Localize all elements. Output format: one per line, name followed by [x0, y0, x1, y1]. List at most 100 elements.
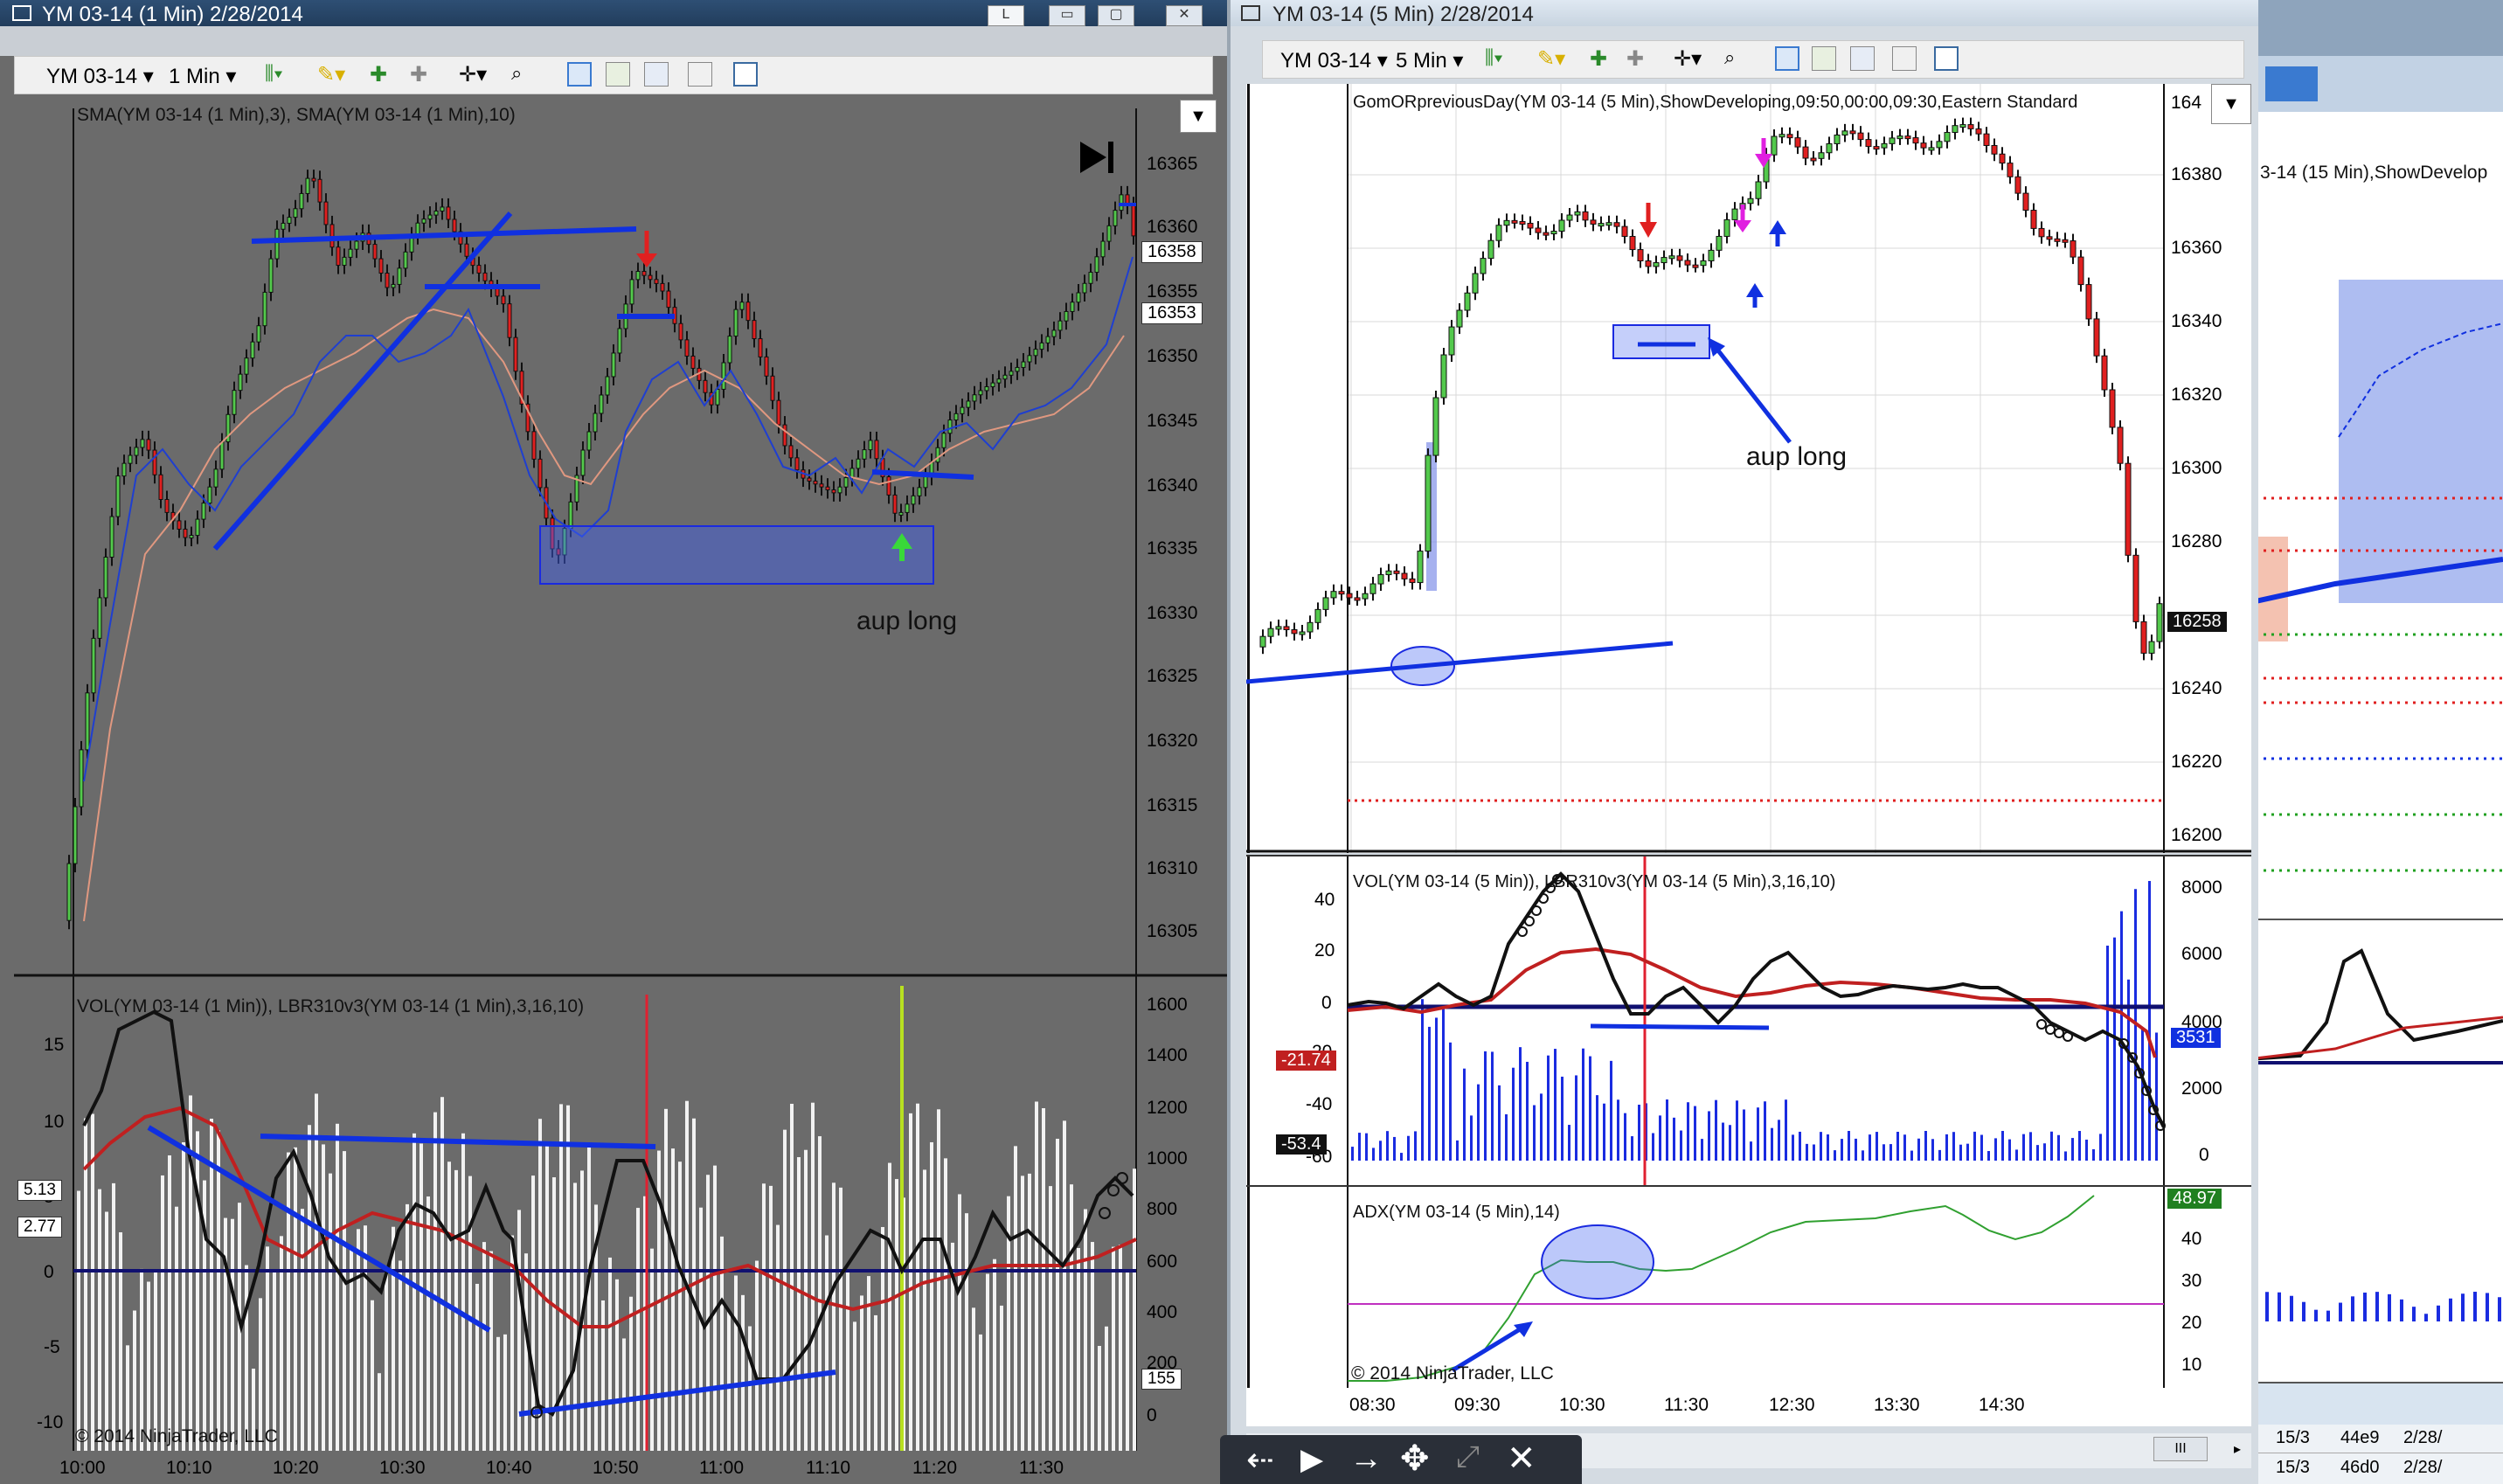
- add-indicator-icon[interactable]: ✚: [370, 62, 394, 87]
- volume-bar: [1519, 1047, 1522, 1161]
- volume-bar: [825, 1235, 829, 1451]
- bar-type-icon[interactable]: ⫼▾: [1485, 46, 1509, 71]
- zoom-icon[interactable]: ⌕: [511, 62, 536, 87]
- right-vol-panel[interactable]: VOL(YM 03-14 (5 Min)), LBR310v3(YM 03-14…: [1246, 855, 2251, 1185]
- scroll-right-icon[interactable]: ▸: [2234, 1440, 2241, 1458]
- play-icon[interactable]: ▶: [1300, 1442, 1323, 1477]
- candle: [684, 339, 690, 357]
- candle: [1873, 146, 1880, 150]
- candle: [507, 303, 512, 338]
- right-adx-panel[interactable]: ADX(YM 03-14 (5 Min),14) 40 30 20 10 48.…: [1246, 1185, 2251, 1390]
- volume-bar: [846, 1271, 849, 1451]
- scrollbar-thumb[interactable]: III: [2153, 1437, 2208, 1461]
- volume-bar: [1610, 1060, 1612, 1161]
- move-icon[interactable]: ✥: [1400, 1439, 1430, 1479]
- candle: [996, 378, 1002, 384]
- volume-bar: [1393, 1136, 1396, 1161]
- add-indicator-icon[interactable]: ✚: [1590, 46, 1614, 71]
- strategy-icon[interactable]: ✚: [1626, 46, 1651, 71]
- third-chart-window[interactable]: 3-14 (15 Min),ShowDevelop 15/3 44e9 2/28…: [2248, 0, 2503, 1484]
- candle: [1865, 139, 1872, 148]
- volume-bar: [783, 1129, 787, 1451]
- left-window-titlebar[interactable]: YM 03-14 (1 Min) 2/28/2014 L ▭ ▢ ✕: [0, 0, 1227, 26]
- template-icon[interactable]: [688, 62, 712, 87]
- right-price-panel[interactable]: GomORpreviousDay(YM 03-14 (5 Min),ShowDe…: [1246, 84, 2251, 853]
- candle: [1771, 135, 1778, 156]
- candle: [421, 218, 426, 224]
- chart-style-icon[interactable]: [1812, 46, 1836, 71]
- resize-icon[interactable]: ⤢: [1456, 1440, 1480, 1474]
- candle: [134, 447, 139, 456]
- adx-value-tag: 48.97: [2167, 1189, 2222, 1209]
- left-minimize-button[interactable]: L: [988, 5, 1024, 26]
- scroll-menu-icon[interactable]: ▼: [1180, 100, 1217, 133]
- left-maximize-button[interactable]: ▢: [1098, 5, 1134, 26]
- volume-bar: [489, 1251, 493, 1451]
- pencil-icon[interactable]: ✎▾: [317, 62, 345, 87]
- pencil-icon[interactable]: ✎▾: [1537, 46, 1565, 71]
- window-icon[interactable]: [733, 62, 758, 87]
- left-chart-window[interactable]: YM 03-14 (1 Min) 2/28/2014 L ▭ ▢ ✕ YM 03…: [0, 0, 1227, 1484]
- volume-bar: [1091, 1242, 1094, 1451]
- volume-bar: [1659, 1115, 1661, 1161]
- right-copyright: © 2014 NinjaTrader, LLC: [1351, 1363, 1554, 1383]
- volume-bar: [1910, 1150, 1913, 1161]
- candle: [580, 449, 586, 476]
- left-close-button[interactable]: ✕: [1166, 5, 1203, 26]
- candle: [73, 806, 78, 864]
- volume-bar: [1547, 1055, 1550, 1161]
- scroll-menu-icon[interactable]: ▼: [2211, 84, 2251, 124]
- window-icon[interactable]: [1934, 46, 1959, 71]
- candle: [917, 487, 922, 496]
- left-interval-selector[interactable]: 1 Min ▾: [169, 64, 236, 89]
- candle: [1700, 260, 1707, 267]
- properties-icon[interactable]: [1850, 46, 1875, 71]
- volume-bar: [1771, 1127, 1773, 1161]
- chart-style-icon[interactable]: [606, 62, 630, 87]
- crosshair-icon[interactable]: ✛▾: [459, 62, 487, 87]
- left-restore-button[interactable]: ▭: [1049, 5, 1085, 26]
- right-instrument-selector[interactable]: YM 03-14 ▾: [1280, 48, 1388, 73]
- volume-bar: [2078, 1131, 2081, 1161]
- volume-bar: [1365, 1133, 1368, 1161]
- bar-type-icon[interactable]: ⫼▾: [265, 62, 289, 87]
- candle: [1543, 232, 1550, 236]
- left-price-panel[interactable]: SMA(YM 03-14 (1 Min),3), SMA(YM 03-14 (1…: [14, 100, 1227, 977]
- left-instrument-selector[interactable]: YM 03-14 ▾: [46, 64, 154, 89]
- arrow-right-icon[interactable]: →: [1349, 1440, 1383, 1478]
- zoom-icon[interactable]: ⌕: [1724, 46, 1749, 71]
- right-vol-lbr-chart: [1247, 856, 2166, 1185]
- candle: [953, 413, 959, 421]
- volume-bar: [1743, 1109, 1745, 1161]
- candle: [1755, 181, 1762, 199]
- template-icon[interactable]: [1892, 46, 1917, 71]
- volume-bar: [1463, 1068, 1466, 1161]
- candle: [1472, 273, 1479, 294]
- properties-icon[interactable]: [644, 62, 669, 87]
- data-box-icon[interactable]: [567, 62, 592, 87]
- data-box-icon[interactable]: [1775, 46, 1799, 71]
- arrow-left-icon[interactable]: ⇠: [1246, 1440, 1274, 1480]
- left-indicator-panel[interactable]: VOL(YM 03-14 (1 Min)), LBR310v3(YM 03-14…: [14, 977, 1227, 1451]
- volume-bar: [2278, 1292, 2281, 1321]
- candle: [941, 433, 946, 448]
- candle: [329, 224, 335, 248]
- volume-bar: [1400, 1153, 1403, 1161]
- volume-bar: [273, 1270, 276, 1451]
- candle: [2022, 192, 2029, 212]
- strategy-icon[interactable]: ✚: [410, 62, 434, 87]
- crosshair-icon[interactable]: ✛▾: [1674, 46, 1702, 71]
- right-window-titlebar[interactable]: YM 03-14 (5 Min) 2/28/2014: [1231, 0, 2258, 26]
- candle: [1598, 223, 1605, 227]
- candle: [1021, 361, 1026, 368]
- volume-bar: [1533, 1105, 1536, 1161]
- right-chart-window[interactable]: YM 03-14 (5 Min) 2/28/2014 YM 03-14 ▾ 5 …: [1227, 0, 2258, 1484]
- right-interval-selector[interactable]: 5 Min ▾: [1396, 48, 1463, 73]
- close-icon[interactable]: ✕: [1507, 1439, 1536, 1479]
- candle: [2062, 239, 2069, 243]
- volume-bar: [1764, 1101, 1766, 1161]
- candle: [972, 394, 977, 402]
- candle: [1259, 635, 1266, 648]
- volume-bar: [566, 1105, 570, 1451]
- candle: [354, 240, 359, 250]
